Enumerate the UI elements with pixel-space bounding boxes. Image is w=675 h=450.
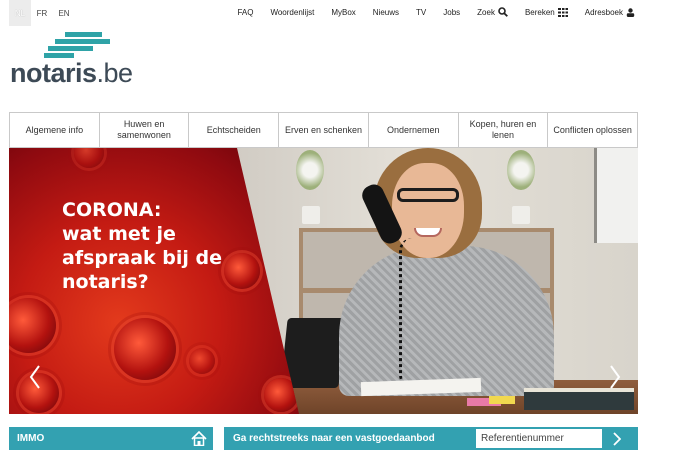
logo-wordmark: notaris.be [10,58,133,89]
mybox-link[interactable]: MyBox [331,8,355,17]
nav-echtscheiden[interactable]: Echtscheiden [188,112,279,148]
tv-link[interactable]: TV [416,8,426,17]
hero-title[interactable]: CORONA: wat met je afspraak bij de notar… [62,198,262,294]
nieuws-link[interactable]: Nieuws [373,8,399,17]
virus-illustration [114,318,176,380]
chevron-left-icon [29,365,40,389]
home-icon [191,431,207,447]
faq-link[interactable]: FAQ [237,8,253,17]
bereken-label: Bereken [524,7,555,17]
hero-photo-pot [302,206,320,224]
zoek-label: Zoek [477,7,495,17]
property-search-label: Ga rechtstreeks naar een vastgoedaanbod [233,433,435,444]
chevron-right-icon [613,431,621,446]
notaris-logo[interactable]: notaris.be [10,30,140,90]
utility-nav: FAQ Woordenlijst MyBox Nieuws TV Jobs Zo… [237,7,635,17]
hero-carousel[interactable]: CORONA: wat met je afspraak bij de notar… [9,148,638,414]
virus-illustration [74,148,104,168]
logo-bar [48,46,93,51]
hero-photo-book [524,388,634,410]
person-icon [626,7,635,17]
calculator-grid-icon [557,7,568,17]
nav-huwen-samenwonen[interactable]: Huwen en samenwonen [98,112,189,148]
immo-label: IMMO [17,433,45,444]
adresboek-button[interactable]: Adresboek [585,8,635,17]
immo-header[interactable]: IMMO [9,427,213,450]
main-nav: Algemene info Huwen en samenwonen Echtsc… [9,112,639,148]
hero-photo-phone-cord [399,238,425,388]
logo-brand: notaris [10,58,97,88]
woordenlijst-link[interactable]: Woordenlijst [270,8,314,17]
property-search-bar: Ga rechtstreeks naar een vastgoedaanbod [224,427,638,450]
logo-tld: .be [96,58,134,88]
jobs-label: Jobs [443,7,461,17]
nav-ondernemen[interactable]: Ondernemen [367,112,458,148]
hero-title-line: notaris? [62,271,149,293]
hero-photo-person-body [339,246,554,396]
nav-algemene-info[interactable]: Algemene info [9,112,99,148]
search-icon [498,7,508,17]
hero-photo-pot [512,206,530,224]
carousel-next-button[interactable] [605,363,625,391]
lang-fr[interactable]: FR [31,0,53,26]
chevron-right-icon [610,365,621,389]
hero-title-line: CORONA: [62,199,162,221]
hero-title-line: wat met je [62,223,176,245]
faq-label: FAQ [237,7,254,17]
nieuws-label: Nieuws [372,7,400,17]
lang-en[interactable]: EN [53,0,75,26]
hero-photo-plant [507,150,535,190]
nav-erven-schenken[interactable]: Erven en schenken [278,112,368,148]
hero-photo-glasses [397,188,459,202]
jobs-link[interactable]: Jobs [443,8,460,17]
mybox-label: MyBox [331,7,356,17]
carousel-prev-button[interactable] [25,363,45,391]
hero-photo-sticky-notes [489,396,515,404]
nav-kopen-huren-lenen[interactable]: Kopen, huren en lenen [457,112,548,148]
nav-conflicten-oplossen[interactable]: Conflicten oplossen [547,112,639,148]
virus-illustration [189,348,215,374]
language-switcher: NL FR EN [9,0,75,26]
bereken-button[interactable]: Bereken [524,7,568,17]
tv-label: TV [416,7,427,17]
virus-illustration [9,298,56,353]
reference-number-input[interactable] [476,429,602,448]
hero-photo-plant [296,150,324,190]
woordenlijst-label: Woordenlijst [270,7,315,17]
adresboek-label: Adresboek [584,7,623,17]
zoek-button[interactable]: Zoek [477,7,508,17]
lang-nl[interactable]: NL [9,0,31,26]
property-search-submit-button[interactable] [602,427,632,450]
hero-title-line: afspraak bij de [62,247,222,269]
hero-photo-window [594,148,638,243]
logo-bar [65,32,102,37]
logo-bar [55,39,110,44]
